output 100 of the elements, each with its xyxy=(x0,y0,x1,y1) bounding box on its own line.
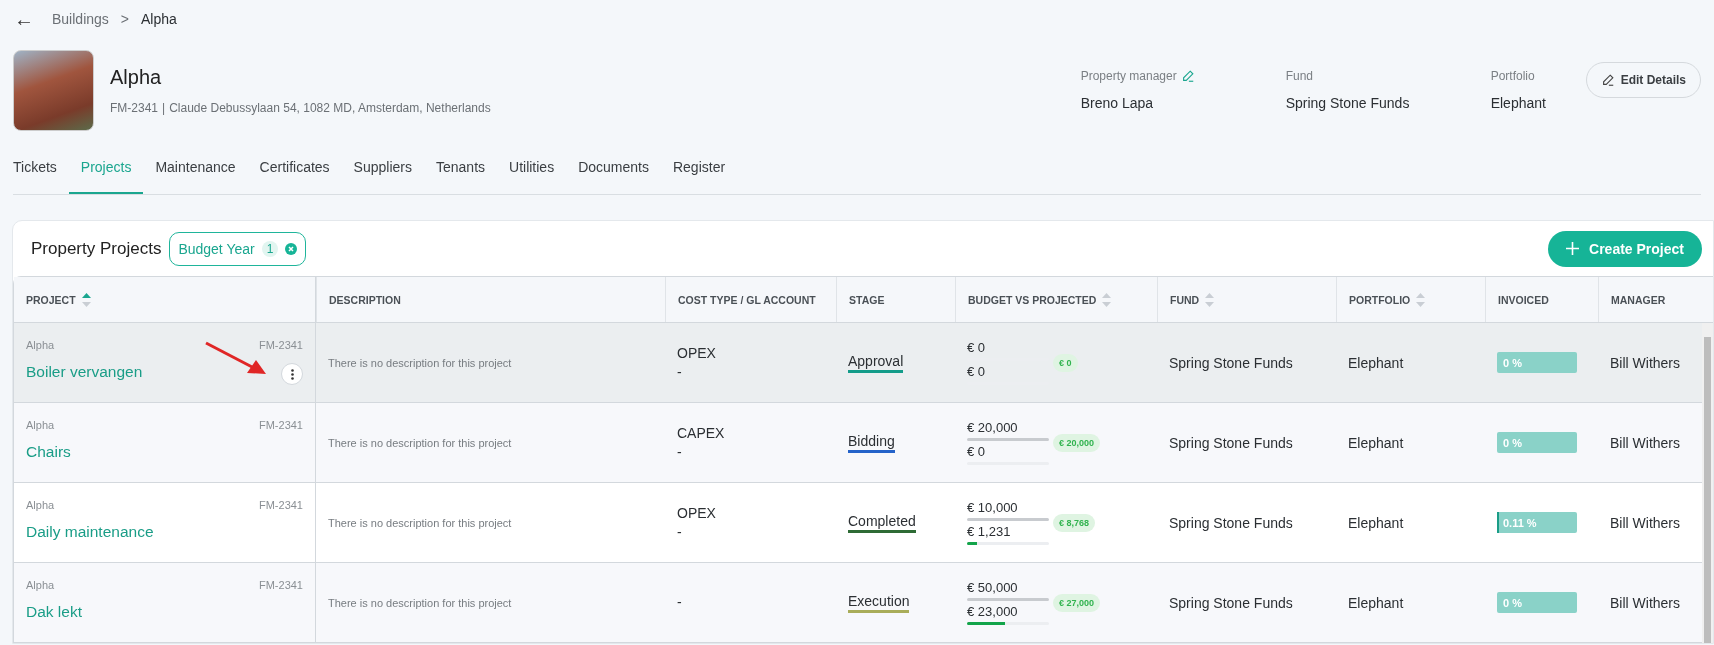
column-header: MANAGER xyxy=(1611,293,1666,306)
fund-name: Spring Stone Funds xyxy=(1169,354,1294,371)
cost-type: OPEX xyxy=(677,343,716,363)
invoiced-percent: 0 % xyxy=(1502,596,1522,609)
cost-type: OPEX xyxy=(677,503,716,523)
column-header: FUND xyxy=(1170,293,1200,306)
fund-name: Spring Stone Funds xyxy=(1169,434,1294,451)
plus-icon xyxy=(1566,242,1580,255)
manager-name: Bill Withers xyxy=(1610,354,1681,371)
pencil-icon xyxy=(1600,73,1615,87)
stage-label: Approval xyxy=(848,352,904,373)
project-description: There is no description for this project xyxy=(328,516,513,529)
breadcrumb-item[interactable]: Buildings xyxy=(52,11,109,27)
portfolio-name: Elephant xyxy=(1348,434,1405,451)
column-header: INVOICED xyxy=(1498,293,1549,306)
tab[interactable]: Tenants xyxy=(424,142,498,194)
fund-name: Spring Stone Funds xyxy=(1169,514,1294,531)
tab[interactable]: Suppliers xyxy=(341,142,424,194)
project-description: There is no description for this project xyxy=(328,596,513,609)
invoiced-percent: 0.11 % xyxy=(1502,516,1537,529)
detail-value: Elephant xyxy=(1490,95,1547,111)
sort-icon[interactable] xyxy=(81,292,91,307)
detail-value: Spring Stone Funds xyxy=(1285,95,1411,111)
column-header: PORTFOLIO xyxy=(1349,293,1411,306)
building-code: FM-2341 xyxy=(258,339,303,351)
stage-label: Execution xyxy=(848,592,910,613)
stage-label: Bidding xyxy=(848,432,895,453)
manager-name: Bill Withers xyxy=(1610,434,1681,451)
column-header: PROJECT xyxy=(26,293,76,306)
table-row[interactable]: Alpha FM-2341 Boiler vervangen There is no description for this project OPEX - Approval € 0 € 0 € 0 Spring Stone Funds Elephant 0 % Bill Withers xyxy=(14,323,1702,403)
building-name: Alpha xyxy=(110,65,163,89)
more-icon xyxy=(290,368,294,380)
manager-name: Bill Withers xyxy=(1610,514,1681,531)
projected-value: € 23,000 xyxy=(967,604,1018,619)
breadcrumb-separator: > xyxy=(120,11,129,27)
tab[interactable]: Certificates xyxy=(247,142,342,194)
tab[interactable]: Documents xyxy=(566,142,661,194)
invoiced-percent: 0 % xyxy=(1502,436,1522,449)
portfolio-name: Elephant xyxy=(1348,354,1405,371)
detail-label: Property manager xyxy=(1080,69,1177,83)
detail-value: Breno Lapa xyxy=(1080,95,1155,111)
tab[interactable]: Tickets xyxy=(13,142,69,194)
remaining-badge: € 8,768 xyxy=(1053,513,1096,532)
project-description: There is no description for this project xyxy=(328,436,513,449)
budget-value: € 20,000 xyxy=(967,420,1018,435)
gl-account: - xyxy=(677,522,682,542)
column-header: COST TYPE / GL ACCOUNT xyxy=(678,293,816,306)
table-row[interactable]: Alpha FM-2341 Dak lekt There is no description for this project - Execution € 50,000 € 23,000 € 27,000 Spring Stone Funds Elephant 0 % Bill Withers xyxy=(14,563,1702,643)
stage-label: Completed xyxy=(848,512,916,533)
tab[interactable]: Utilities xyxy=(497,142,567,194)
clear-icon[interactable] xyxy=(285,242,298,255)
column-header: DESCRIPTION xyxy=(329,293,401,306)
cost-type: - xyxy=(677,593,682,612)
building-code: FM-2341 xyxy=(258,499,303,511)
projected-value: € 0 xyxy=(967,364,986,379)
portfolio-name: Elephant xyxy=(1348,594,1405,611)
building-label: Alpha xyxy=(26,419,55,431)
project-description: There is no description for this project xyxy=(328,356,513,369)
column-header: STAGE xyxy=(849,293,885,306)
scrollbar[interactable] xyxy=(1702,323,1713,643)
edit-details-button[interactable]: Edit Details xyxy=(1585,62,1701,98)
remaining-badge: € 20,000 xyxy=(1053,433,1101,452)
more-options-button[interactable] xyxy=(281,363,303,385)
cost-type: CAPEX xyxy=(677,423,725,443)
manager-name: Bill Withers xyxy=(1610,594,1681,611)
tab[interactable]: Maintenance xyxy=(143,142,248,194)
sort-icon[interactable] xyxy=(1102,292,1112,307)
tab[interactable]: Register xyxy=(660,142,738,194)
sort-icon[interactable] xyxy=(1205,292,1215,307)
projected-value: € 0 xyxy=(967,444,986,459)
pencil-icon xyxy=(1180,69,1195,83)
table-row[interactable]: Alpha FM-2341 Chairs There is no description for this project CAPEX - Bidding € 20,000 € 0 € 20,000 Spring Stone Funds Elephant 0 % Bill Withers xyxy=(14,403,1702,483)
portfolio-name: Elephant xyxy=(1348,514,1405,531)
remaining-badge: € 0 xyxy=(1053,353,1078,372)
back-button[interactable]: ← xyxy=(14,7,40,31)
sort-icon[interactable] xyxy=(1416,292,1426,307)
building-code: FM-2341 xyxy=(110,100,159,115)
remaining-badge: € 27,000 xyxy=(1053,593,1101,612)
budget-value: € 0 xyxy=(967,340,986,355)
invoiced-percent: 0 % xyxy=(1502,356,1522,369)
building-code: FM-2341 xyxy=(258,579,303,591)
gl-account: - xyxy=(677,362,682,382)
building-label: Alpha xyxy=(26,339,55,351)
column-header: BUDGET VS PROJECTED xyxy=(968,293,1097,306)
building-address: Claude Debussylaan 54, 1082 MD, Amsterdam, Netherlands xyxy=(169,100,491,115)
detail-label: Fund xyxy=(1285,69,1313,83)
breadcrumb-item: Alpha xyxy=(141,11,177,27)
building-label: Alpha xyxy=(26,499,55,511)
detail-label: Portfolio xyxy=(1490,69,1535,83)
separator: | xyxy=(162,100,166,115)
budget-value: € 50,000 xyxy=(967,580,1018,595)
budget-value: € 10,000 xyxy=(967,500,1018,515)
building-code: FM-2341 xyxy=(258,419,303,431)
filter-count: 1 xyxy=(261,240,279,257)
fund-name: Spring Stone Funds xyxy=(1169,594,1294,611)
projected-value: € 1,231 xyxy=(967,524,1011,539)
table-row[interactable]: Alpha FM-2341 Daily maintenance There is no description for this project OPEX - Completed € 10,000 € 1,231 € 8,768 Spring Stone Funds Elephant 0.11 % Bill Withers xyxy=(14,483,1702,563)
building-label: Alpha xyxy=(26,579,55,591)
card-title: Property Projects xyxy=(31,238,162,259)
gl-account: - xyxy=(677,442,682,462)
